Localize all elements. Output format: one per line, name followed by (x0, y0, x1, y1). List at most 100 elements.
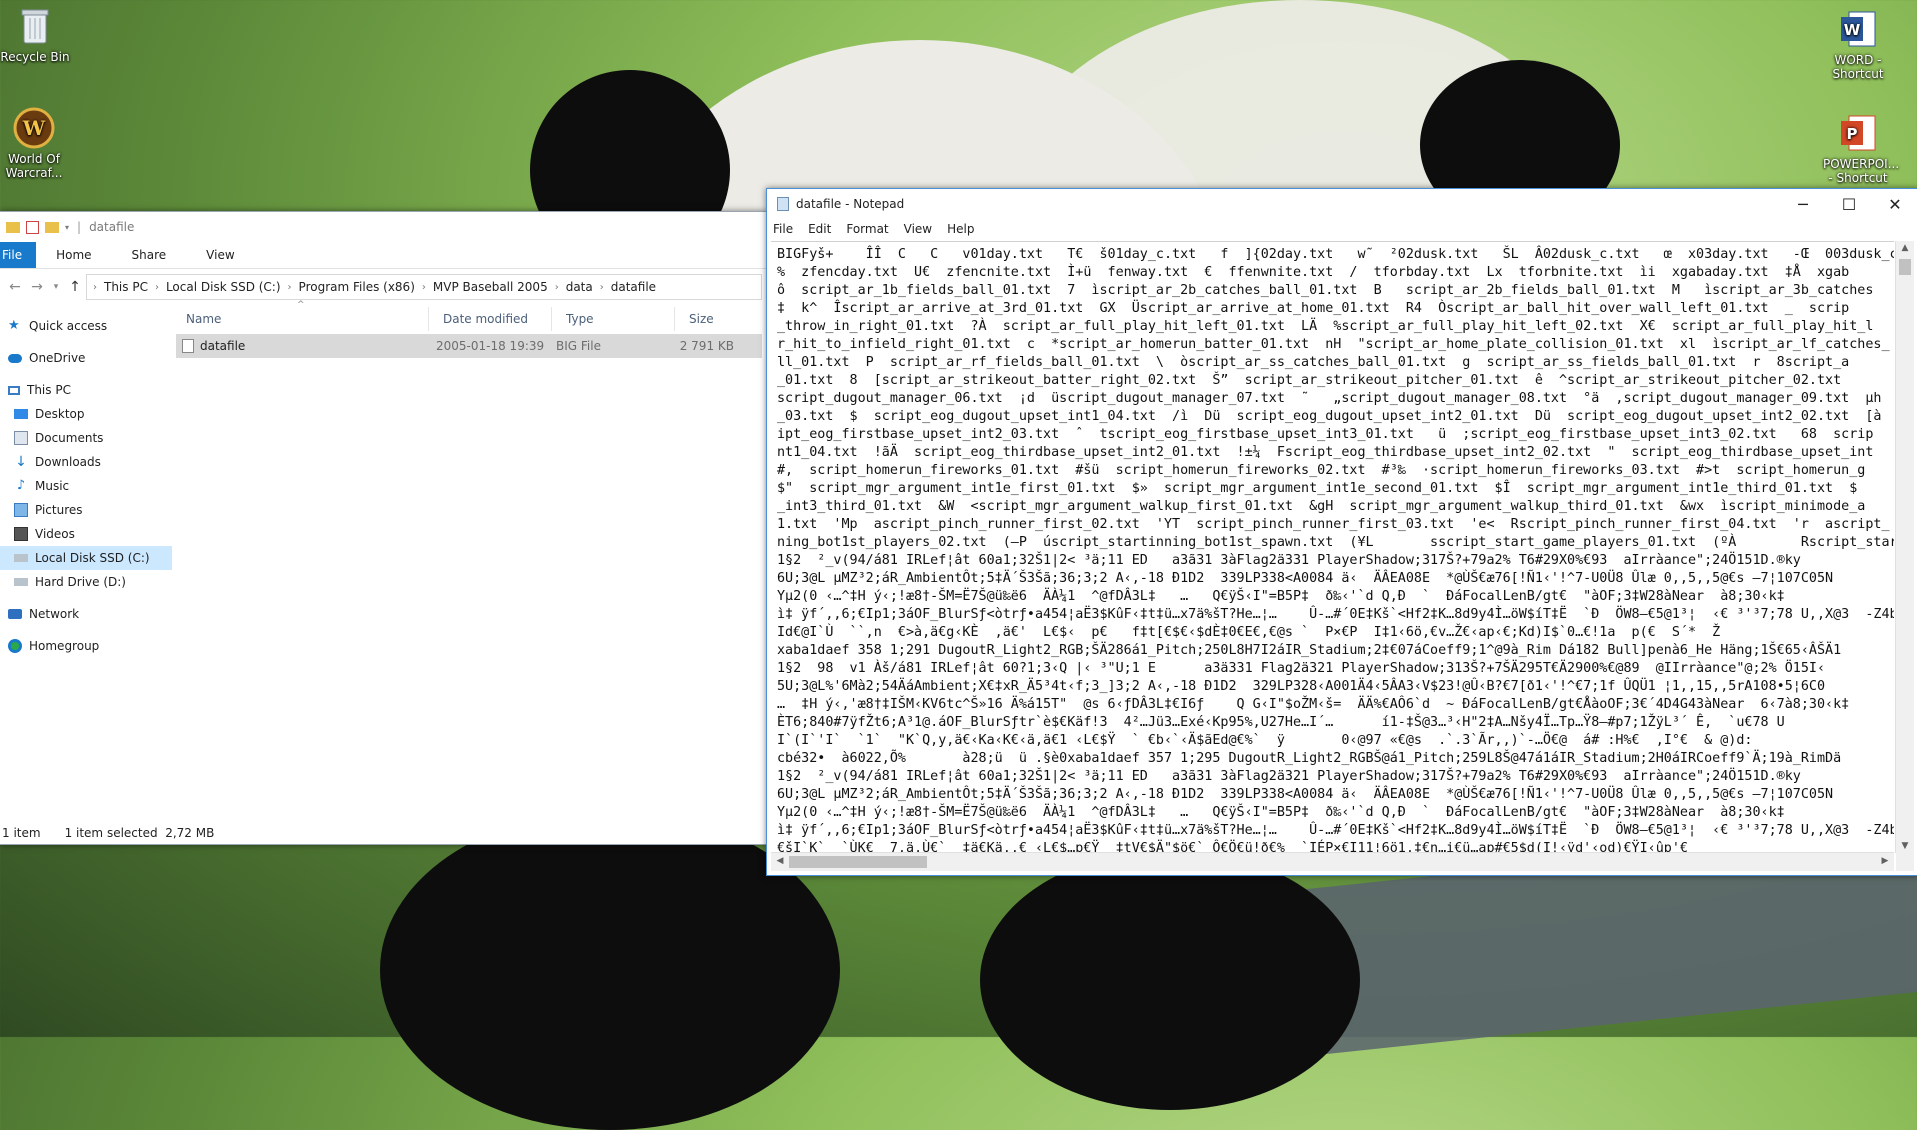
nav-hard-drive-d[interactable]: Hard Drive (D:) (0, 570, 172, 594)
nav-documents[interactable]: Documents (0, 426, 172, 450)
nav-music[interactable]: ♪ Music (0, 474, 172, 498)
nav-downloads[interactable]: ↓ Downloads (0, 450, 172, 474)
desktop-icon-powerpoint-shortcut[interactable]: P POWERPOI... - Shortcut (1816, 112, 1900, 185)
menu-bar: File Edit Format View Help (767, 219, 1917, 239)
column-header-modified[interactable]: Date modified (429, 307, 552, 331)
downloads-icon: ↓ (15, 454, 27, 470)
nav-homegroup[interactable]: Homegroup (0, 634, 172, 658)
column-header-size[interactable]: Size (675, 307, 749, 331)
scroll-left-arrow-icon[interactable]: ◀ (771, 856, 789, 866)
file-name: datafile (200, 339, 246, 353)
breadcrumb-local-disk[interactable]: Local Disk SSD (C:) (166, 280, 281, 294)
breadcrumb-data[interactable]: data (566, 280, 593, 294)
file-size: 2 791 KB (679, 339, 734, 353)
computer-icon (8, 385, 20, 395)
file-icon (182, 339, 194, 353)
back-arrow-icon[interactable]: ← (4, 279, 26, 295)
breadcrumb-mvp-baseball[interactable]: MVP Baseball 2005 (433, 280, 548, 294)
desktop-icon-label: World Of Warcraf... (5, 152, 63, 180)
vertical-scroll-thumb[interactable] (1899, 259, 1911, 275)
menu-format[interactable]: Format (846, 222, 888, 236)
network-icon (8, 609, 22, 619)
videos-icon (14, 527, 28, 541)
menu-help[interactable]: Help (947, 222, 974, 236)
file-explorer-window: ▾ | datafile File Home Share View ← → ▾ … (0, 211, 767, 845)
menu-view[interactable]: View (904, 222, 932, 236)
chevron-right-icon: › (93, 281, 97, 293)
breadcrumb[interactable]: › This PC › Local Disk SSD (C:) › Progra… (86, 274, 762, 300)
documents-icon (14, 431, 28, 445)
svg-text:P: P (1847, 125, 1858, 143)
explorer-body: ★ Quick access OneDrive This PC Desktop D… (0, 300, 766, 822)
ribbon-tabs: File Home Share View (0, 242, 766, 269)
music-icon: ♪ (16, 478, 26, 493)
chevron-right-icon: › (287, 281, 292, 293)
breadcrumb-this-pc[interactable]: This PC (104, 280, 148, 294)
svg-text:W: W (22, 116, 46, 140)
folder-icon (6, 221, 20, 233)
file-modified: 2005-01-18 19:39 (436, 339, 545, 353)
notepad-titlebar[interactable]: datafile - Notepad ─ ☐ ✕ (767, 189, 1917, 219)
nav-videos[interactable]: Videos (0, 522, 172, 546)
close-button[interactable]: ✕ (1872, 189, 1917, 219)
chevron-right-icon: › (421, 281, 426, 293)
nav-desktop[interactable]: Desktop (0, 402, 172, 426)
maximize-button[interactable]: ☐ (1826, 189, 1872, 219)
text-editor[interactable]: BIGFyš+ ÎÎ C C v01day.txt T€ š01day_c.tx… (771, 241, 1894, 853)
scroll-down-arrow-icon[interactable]: ▼ (1896, 841, 1914, 851)
status-bar: 1 item 1 item selected 2,72 MB (0, 822, 766, 844)
desktop-icon (14, 409, 28, 419)
column-header-type[interactable]: Type (552, 307, 675, 331)
desktop-icon-label: POWERPOI... - Shortcut (1823, 157, 1900, 185)
desktop-icon-label: Recycle Bin (0, 50, 70, 64)
homegroup-icon (8, 639, 22, 653)
drive-icon (14, 578, 28, 586)
svg-text:W: W (1844, 21, 1861, 39)
drive-icon (14, 554, 28, 562)
size-grip[interactable] (1896, 853, 1914, 871)
desktop-icon-recycle-bin[interactable]: Recycle Bin (0, 5, 77, 64)
vertical-scrollbar[interactable]: ▲ ▼ (1895, 241, 1914, 853)
tab-share[interactable]: Share (112, 242, 187, 268)
explorer-titlebar[interactable]: ▾ | datafile (0, 212, 766, 242)
breadcrumb-datafile[interactable]: datafile (611, 280, 656, 294)
status-item-count: 1 item (2, 826, 41, 840)
recent-dropdown-icon[interactable]: ▾ (48, 282, 64, 292)
navigation-pane: ★ Quick access OneDrive This PC Desktop D… (0, 304, 172, 822)
star-icon: ★ (8, 318, 20, 333)
scroll-right-arrow-icon[interactable]: ▶ (1876, 856, 1894, 866)
menu-file[interactable]: File (773, 222, 793, 236)
table-row[interactable]: datafile 2005-01-18 19:39 BIG File 2 791… (176, 334, 762, 358)
column-header-name[interactable]: Name (172, 307, 429, 331)
minimize-button[interactable]: ─ (1780, 189, 1826, 219)
forward-arrow-icon[interactable]: → (26, 279, 48, 295)
notepad-window: datafile - Notepad ─ ☐ ✕ File Edit Forma… (766, 188, 1917, 876)
dropdown-icon[interactable]: ▾ (65, 223, 69, 232)
recycle-bin-icon (14, 5, 56, 47)
nav-local-disk-c[interactable]: Local Disk SSD (C:) (0, 546, 172, 570)
horizontal-scrollbar[interactable]: ◀ ▶ (771, 852, 1894, 871)
pictures-icon (14, 503, 28, 517)
nav-onedrive[interactable]: OneDrive (0, 346, 172, 370)
menu-edit[interactable]: Edit (808, 222, 831, 236)
breadcrumb-program-files[interactable]: Program Files (x86) (299, 280, 415, 294)
nav-this-pc[interactable]: This PC (0, 378, 172, 402)
word-icon: W (1837, 8, 1879, 50)
nav-pictures[interactable]: Pictures (0, 498, 172, 522)
scroll-up-arrow-icon[interactable]: ▲ (1896, 243, 1914, 253)
address-bar-row: ← → ▾ ↑ › This PC › Local Disk SSD (C:) … (0, 269, 766, 305)
desktop-icon-word-shortcut[interactable]: W WORD - Shortcut (1816, 8, 1900, 81)
checkbox-icon (26, 220, 39, 234)
nav-network[interactable]: Network (0, 602, 172, 626)
notepad-icon (777, 197, 789, 211)
nav-quick-access[interactable]: ★ Quick access (0, 314, 172, 338)
cloud-icon (8, 353, 22, 363)
window-title: datafile (89, 220, 135, 234)
tab-home[interactable]: Home (36, 242, 111, 268)
tab-file[interactable]: File (0, 242, 37, 268)
horizontal-scroll-thumb[interactable] (789, 856, 927, 868)
tab-view[interactable]: View (186, 242, 254, 268)
up-arrow-icon[interactable]: ↑ (64, 279, 86, 295)
desktop-icon-world-of-warcraft[interactable]: W World Of Warcraf... (0, 107, 76, 180)
folder-icon (45, 221, 59, 233)
